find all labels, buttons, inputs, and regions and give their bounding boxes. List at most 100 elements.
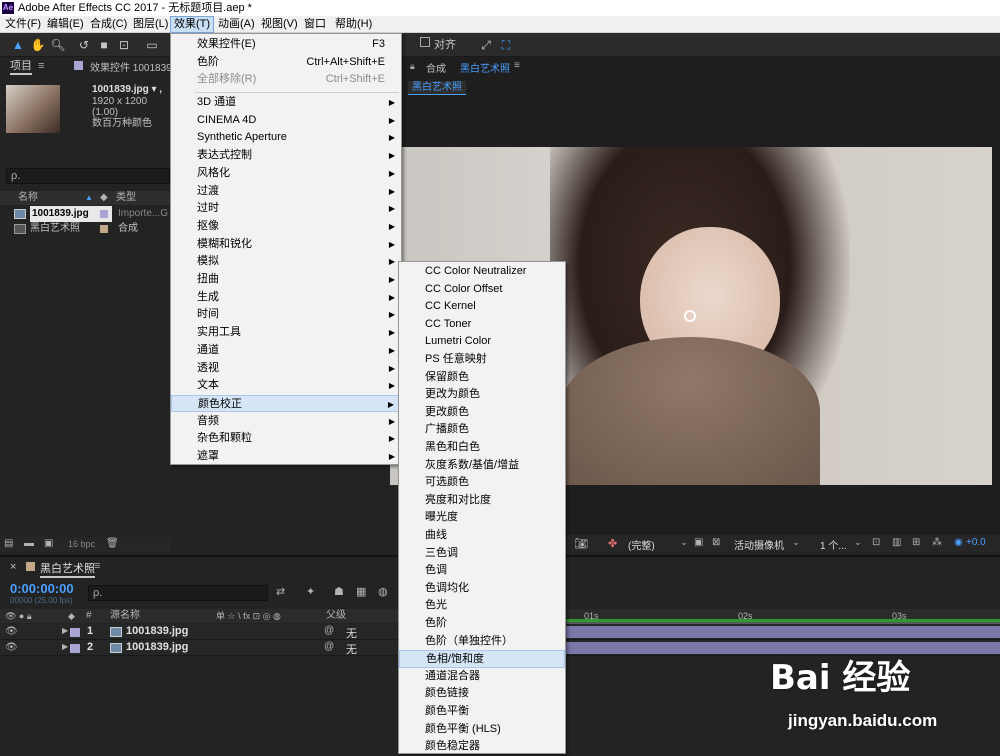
trash-icon[interactable]: 🗑︎	[106, 538, 119, 549]
column-source-header[interactable]: 源名称	[110, 609, 140, 623]
color-correction-item[interactable]: 颜色稳定器	[399, 738, 565, 756]
menu-animation[interactable]: 动画(A)	[215, 16, 258, 33]
effect-category-item[interactable]: 扭曲 ▶	[171, 271, 401, 289]
chevron-down-icon[interactable]: ⌄	[854, 537, 862, 548]
color-correction-item[interactable]: 色阶（单独控件）	[399, 633, 565, 651]
label-color-swatch[interactable]	[70, 628, 80, 637]
parent-select[interactable]: 无	[346, 641, 357, 657]
menu-item-remove-all[interactable]: 全部移除(R) Ctrl+Shift+E	[171, 71, 401, 89]
color-correction-item[interactable]: CC Toner	[399, 316, 565, 334]
effect-category-item[interactable]: 透视 ▶	[171, 360, 401, 378]
motion-blur-icon[interactable]: ◍	[378, 585, 388, 598]
menu-window[interactable]: 窗口	[301, 16, 329, 33]
effect-category-item[interactable]: Synthetic Aperture ▶	[171, 129, 401, 147]
camera-tool-icon[interactable]: ■	[96, 37, 112, 53]
project-item-row[interactable]: 1001839.jpg Importe...G	[14, 206, 170, 222]
effect-category-item[interactable]: 表达式控制 ▶	[171, 147, 401, 165]
panel-menu-icon[interactable]: ≡	[514, 60, 520, 71]
effect-category-item[interactable]: 时间 ▶	[171, 306, 401, 324]
color-correction-item[interactable]: 更改颜色	[399, 404, 565, 422]
tab-project[interactable]: 项目	[10, 57, 32, 75]
selection-tool-icon[interactable]: ▲	[10, 37, 26, 53]
menu-edit[interactable]: 编辑(E)	[44, 16, 87, 33]
camera-select[interactable]: 活动摄像机	[734, 537, 784, 552]
align-checkbox[interactable]	[420, 37, 430, 47]
effect-category-item[interactable]: 抠像 ▶	[171, 218, 401, 236]
effect-category-item[interactable]: 过渡 ▶	[171, 183, 401, 201]
lock-icon[interactable]: 🔒︎	[410, 61, 415, 72]
menu-file[interactable]: 文件(F)	[2, 16, 44, 33]
resolution-select[interactable]: (完整)	[628, 537, 655, 552]
effect-category-item[interactable]: 风格化 ▶	[171, 165, 401, 183]
column-name-header[interactable]: 名称	[18, 191, 38, 205]
pan-behind-tool-icon[interactable]: ⊡	[116, 37, 132, 53]
menu-view[interactable]: 视图(V)	[258, 16, 301, 33]
snapshot-icon[interactable]: 📷︎	[574, 537, 588, 550]
color-correction-item[interactable]: CC Kernel	[399, 298, 565, 316]
new-folder-icon[interactable]: ▬	[24, 538, 34, 549]
chevron-down-icon[interactable]: ⌄	[792, 537, 800, 548]
effect-category-item[interactable]: 遮罩 ▶	[171, 448, 401, 466]
rectangle-tool-icon[interactable]: ▭	[144, 37, 160, 53]
panel-menu-icon[interactable]: ≡	[94, 560, 100, 572]
label-color-swatch[interactable]	[100, 210, 108, 218]
region-of-interest-icon[interactable]: ▣	[694, 537, 703, 548]
color-correction-item[interactable]: 更改为颜色	[399, 386, 565, 404]
flowchart-icon[interactable]: ⁂	[932, 537, 942, 548]
transparency-grid-icon[interactable]: ⊠	[712, 537, 720, 548]
color-correction-item[interactable]: 色光	[399, 597, 565, 615]
menu-help[interactable]: 帮助(H)	[332, 16, 375, 33]
panel-menu-icon[interactable]: ≡	[38, 60, 44, 72]
label-color-swatch[interactable]	[70, 644, 80, 653]
effect-category-item[interactable]: 颜色校正 ▶	[171, 394, 401, 413]
project-item-row[interactable]: 黑白艺术照 合成	[14, 221, 170, 237]
effect-category-item[interactable]: CINEMA 4D ▶	[171, 112, 401, 130]
bit-depth-label[interactable]: 16 bpc	[68, 539, 95, 549]
color-correction-item[interactable]: 色阶	[399, 615, 565, 633]
pickwhip-icon[interactable]: @	[324, 625, 334, 636]
tab-composition[interactable]: 黑白艺术照	[460, 60, 510, 75]
new-composition-icon[interactable]: ▣	[44, 538, 53, 549]
color-correction-item[interactable]: 颜色链接	[399, 685, 565, 703]
effect-category-item[interactable]: 音频 ▶	[171, 413, 401, 431]
frame-blending-icon[interactable]: ▦	[356, 585, 366, 598]
close-icon[interactable]: ×	[10, 561, 16, 573]
effect-category-item[interactable]: 过时 ▶	[171, 200, 401, 218]
color-correction-item[interactable]: 三色调	[399, 545, 565, 563]
color-correction-item[interactable]: 通道混合器	[399, 668, 565, 686]
label-color-swatch[interactable]	[100, 225, 108, 233]
search-input[interactable]: ρ.	[6, 168, 170, 184]
effect-category-item[interactable]: 通道 ▶	[171, 342, 401, 360]
timeline-search-input[interactable]: ρ.	[88, 585, 268, 601]
color-correction-item[interactable]: 色调均化	[399, 580, 565, 598]
shy-layers-icon[interactable]: ☗	[334, 585, 344, 598]
color-correction-item[interactable]: 广播颜色	[399, 421, 565, 439]
color-correction-item[interactable]: CC Color Neutralizer	[399, 263, 565, 281]
zoom-tool-icon[interactable]: 🔍︎	[50, 37, 66, 53]
parent-select[interactable]: 无	[346, 625, 357, 641]
exposure-value[interactable]: +0.0	[966, 537, 986, 548]
color-correction-item[interactable]: 颜色平衡	[399, 703, 565, 721]
effect-category-item[interactable]: 生成 ▶	[171, 289, 401, 307]
rotate-tool-icon[interactable]: ↺	[76, 37, 92, 53]
timeline-icon[interactable]: ▥	[892, 537, 901, 548]
effect-category-item[interactable]: 3D 通道 ▶	[171, 94, 401, 112]
effect-category-item[interactable]: 文本 ▶	[171, 377, 401, 395]
channel-icon[interactable]: ✤	[608, 537, 617, 550]
column-parent-header[interactable]: 父级	[326, 609, 346, 623]
menu-item-levels[interactable]: 色阶 Ctrl+Alt+Shift+E	[171, 54, 401, 72]
twirl-arrow-icon[interactable]: ▶	[62, 642, 68, 651]
menu-effect[interactable]: 效果(T)	[170, 16, 215, 33]
current-timecode[interactable]: 0:00:00:00	[10, 581, 74, 596]
comp-flowchart-icon[interactable]: ⊞	[912, 537, 920, 548]
layer-duration-bar[interactable]	[565, 626, 1000, 638]
color-correction-item[interactable]: 色相/饱和度	[399, 650, 565, 668]
views-select[interactable]: 1 个...	[820, 537, 847, 552]
interpret-footage-icon[interactable]: ▤	[4, 538, 13, 549]
comp-mini-flowchart-icon[interactable]: ⇄	[276, 585, 285, 598]
menu-item-effect-controls[interactable]: 效果控件(E) F3	[171, 36, 401, 54]
eye-icon[interactable]: 👁︎	[5, 626, 18, 637]
color-correction-item[interactable]: 色调	[399, 562, 565, 580]
color-correction-item[interactable]: 黑色和白色	[399, 439, 565, 457]
chevron-down-icon[interactable]: ⌄	[680, 537, 688, 548]
